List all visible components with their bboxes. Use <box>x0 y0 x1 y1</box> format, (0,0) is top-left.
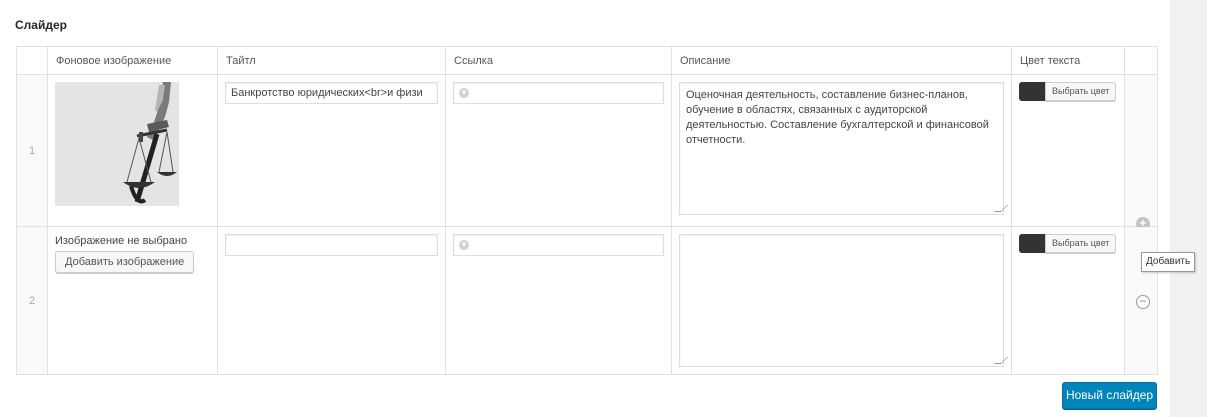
title-input[interactable] <box>225 234 438 256</box>
title-cell <box>217 226 446 375</box>
no-image-text: Изображение не выбрано <box>55 235 188 247</box>
page-background <box>1170 0 1207 417</box>
settings-panel: Слайдер Фоновое изображение Тайтл Ссылка… <box>0 0 1170 417</box>
table-header-row: Фоновое изображение Тайтл Ссылка Описани… <box>16 46 1158 75</box>
row-order-handle[interactable]: 2 <box>16 226 48 375</box>
color-swatch[interactable] <box>1019 82 1045 101</box>
actions-header <box>1124 46 1158 75</box>
link-cell <box>445 226 672 375</box>
minus-circle-icon[interactable]: − <box>1136 295 1150 309</box>
color-cell: Выбрать цвет <box>1011 74 1125 227</box>
link-input[interactable] <box>453 82 664 104</box>
color-cell: Выбрать цвет <box>1011 226 1125 375</box>
row-order-handle[interactable]: 1 <box>16 74 48 227</box>
new-slider-button[interactable]: Новый слайдер <box>1062 382 1157 409</box>
add-row-tooltip: Добавить <box>1141 252 1196 272</box>
title-input[interactable]: Банкротство юридических<br>и физи <box>225 82 438 104</box>
color-swatch[interactable] <box>1019 234 1045 253</box>
add-image-button[interactable]: Добавить изображение <box>55 251 195 273</box>
globe-icon <box>459 240 469 250</box>
link-input[interactable] <box>453 234 664 256</box>
bg-image-cell: Изображение не выбрано Добавить изображе… <box>47 226 218 375</box>
description-cell <box>671 226 1012 375</box>
section-title: Слайдер <box>15 18 67 32</box>
column-header-link: Ссылка <box>445 46 672 75</box>
link-cell <box>445 74 672 227</box>
select-color-button[interactable]: Выбрать цвет <box>1045 234 1117 253</box>
row-actions-cell: − <box>1124 226 1158 375</box>
color-picker[interactable]: Выбрать цвет <box>1019 82 1117 101</box>
column-header-description: Описание <box>671 46 1012 75</box>
row-actions-cell: + <box>1124 74 1158 231</box>
description-cell: Оценочная деятельность, составление бизн… <box>671 74 1012 227</box>
table-row: 1 Банкротство юридических<br>и физи Оцен… <box>16 74 1158 231</box>
title-cell: Банкротство юридических<br>и физи <box>217 74 446 227</box>
order-header <box>16 46 48 75</box>
color-picker[interactable]: Выбрать цвет <box>1019 234 1117 253</box>
column-header-bg-image: Фоновое изображение <box>47 46 218 75</box>
description-textarea[interactable] <box>679 234 1008 367</box>
table-row: 2 Изображение не выбрано Добавить изобра… <box>16 226 1158 375</box>
resize-grip-icon[interactable] <box>994 205 1008 212</box>
background-image-thumbnail[interactable] <box>55 82 179 206</box>
globe-icon <box>459 88 469 98</box>
column-header-text-color: Цвет текста <box>1011 46 1125 75</box>
column-header-title: Тайтл <box>217 46 446 75</box>
description-textarea[interactable]: Оценочная деятельность, составление бизн… <box>679 82 1008 215</box>
scales-of-justice-icon <box>55 82 179 206</box>
description-text: Оценочная деятельность, составление бизн… <box>686 89 989 146</box>
select-color-button[interactable]: Выбрать цвет <box>1045 82 1117 101</box>
bg-image-cell <box>47 74 218 227</box>
resize-grip-icon[interactable] <box>994 357 1008 364</box>
slider-repeater-table: Фоновое изображение Тайтл Ссылка Описани… <box>16 46 1158 375</box>
